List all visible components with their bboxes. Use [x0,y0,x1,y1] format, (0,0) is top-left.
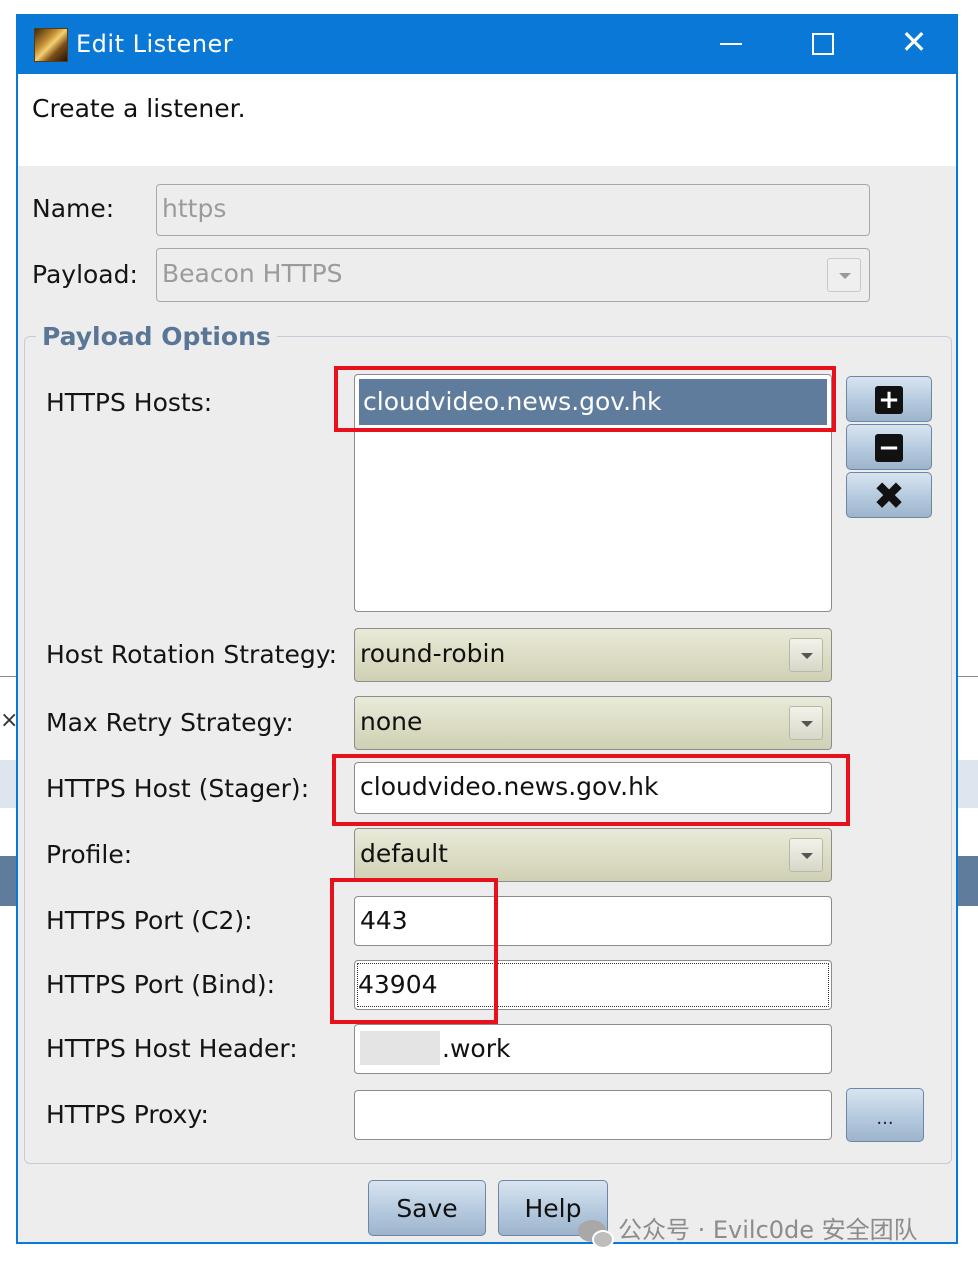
add-host-button[interactable]: + [846,376,932,422]
background-app-edge [0,676,16,677]
edit-listener-dialog: Edit Listener ✕ Create a listener. Name:… [16,14,958,1244]
x-icon: ✖ [873,474,905,518]
payload-value: Beacon HTTPS [162,259,343,288]
close-button[interactable]: ✕ [882,16,946,74]
proxy-label: HTTPS Proxy: [46,1100,209,1129]
max-retry-select[interactable]: none [354,696,832,750]
host-rotation-label: Host Rotation Strategy: [46,640,338,669]
stager-host-input[interactable]: cloudvideo.news.gov.hk [354,762,832,814]
remove-host-button[interactable]: − [846,424,932,470]
window-title: Edit Listener [76,30,234,58]
proxy-browse-button[interactable]: ... [846,1088,924,1142]
plus-icon: + [875,386,903,414]
host-header-value: .work [442,1034,511,1063]
background-app-edge-right [958,676,978,677]
watermark: 公众号 · Evilc0de 安全团队 [578,1210,918,1249]
stager-host-label: HTTPS Host (Stager): [46,774,310,803]
description-text: Create a listener. [32,94,246,123]
minimize-icon [720,43,742,45]
clear-hosts-button[interactable]: ✖ [846,472,932,518]
payload-options-title: Payload Options [36,322,277,351]
watermark-text: 公众号 · Evilc0de 安全团队 [618,1216,918,1244]
redacted-block [360,1031,440,1065]
https-hosts-label: HTTPS Hosts: [46,388,213,417]
save-button[interactable]: Save [368,1180,486,1236]
background-bar-right [958,856,978,906]
background-panel-left [0,760,16,808]
max-retry-label: Max Retry Strategy: [46,708,294,737]
host-header-input[interactable]: .work [354,1024,832,1074]
name-field[interactable]: https [156,184,870,236]
chevron-down-icon[interactable] [827,258,861,292]
minus-icon: − [875,434,903,462]
host-header-label: HTTPS Host Header: [46,1034,298,1063]
background-panel-right [958,760,978,808]
max-retry-value: none [360,707,423,736]
chevron-down-icon[interactable] [789,706,823,740]
host-rotation-select[interactable]: round-robin [354,628,832,682]
chevron-down-icon[interactable] [789,638,823,672]
port-c2-label: HTTPS Port (C2): [46,906,253,935]
minimize-button[interactable] [698,16,762,74]
close-icon: ✕ [900,23,928,61]
port-c2-input[interactable]: 443 [354,896,832,946]
maximize-button[interactable] [790,16,854,74]
proxy-input[interactable] [354,1090,832,1140]
payload-select[interactable]: Beacon HTTPS [156,248,870,302]
https-hosts-list[interactable]: cloudvideo.news.gov.hk [354,374,832,612]
payload-label: Payload: [32,260,138,289]
wechat-icon [578,1220,614,1249]
list-item[interactable]: cloudvideo.news.gov.hk [359,379,827,425]
app-icon [34,28,68,62]
title-bar[interactable]: Edit Listener ✕ [18,16,956,74]
port-bind-label: HTTPS Port (Bind): [46,970,276,999]
name-label: Name: [32,194,115,223]
background-bar-left [0,856,16,906]
maximize-icon [812,33,834,55]
profile-label: Profile: [46,840,133,869]
profile-value: default [360,839,448,868]
description-panel: Create a listener. [18,74,956,166]
profile-select[interactable]: default [354,828,832,882]
port-bind-input[interactable]: 43904 [354,960,832,1010]
chevron-down-icon[interactable] [789,838,823,872]
host-rotation-value: round-robin [360,639,506,668]
